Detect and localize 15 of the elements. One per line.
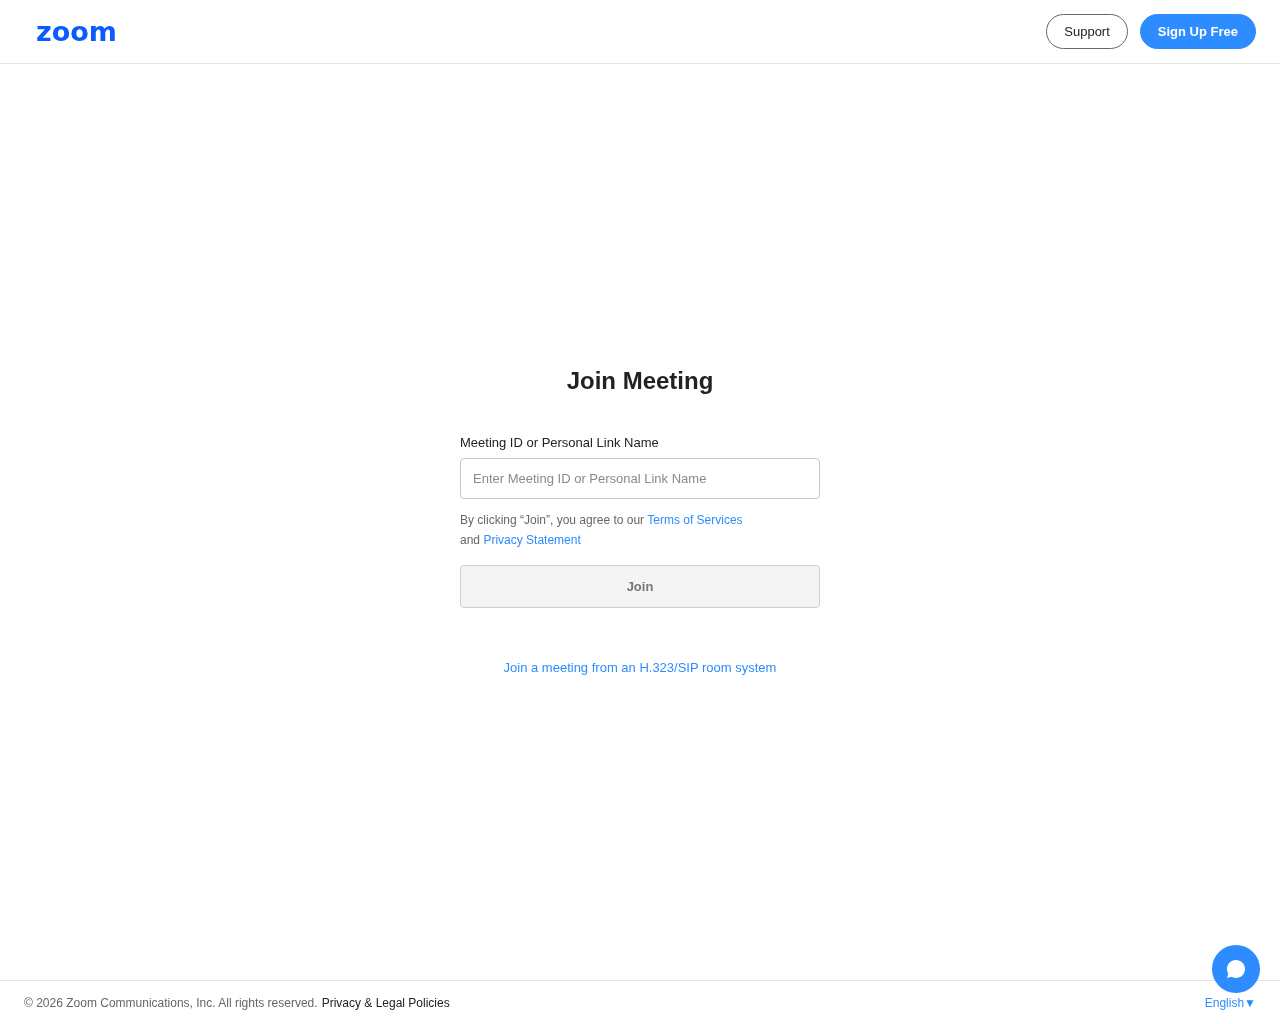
terms-link[interactable]: Terms of Services: [647, 513, 743, 527]
chat-button[interactable]: [1212, 945, 1260, 993]
chat-bubble-icon: [1225, 958, 1247, 980]
privacy-link[interactable]: Privacy Statement: [483, 533, 581, 547]
support-button[interactable]: Support: [1046, 14, 1128, 49]
page-title: Join Meeting: [566, 367, 714, 395]
meeting-id-field[interactable]: Enter Meeting ID or Personal Link Name: [460, 458, 820, 499]
copyright-text: © 2026 Zoom Communications, Inc. All rights reserved.: [24, 995, 318, 1010]
sign-up-button[interactable]: Sign Up Free: [1139, 14, 1256, 49]
legal-link[interactable]: Privacy & Legal Policies: [321, 995, 450, 1010]
agreement-text: By clicking “Join”, you agree to our Terms of Services and Privacy Statement: [460, 512, 744, 549]
room-system-link[interactable]: Join a meeting from an H.323/SIP room system: [503, 660, 777, 675]
field-label: Meeting ID or Personal Link Name: [460, 435, 660, 450]
logo[interactable]: zoom: [36, 18, 117, 45]
language-selector[interactable]: English▼: [1204, 995, 1256, 1010]
